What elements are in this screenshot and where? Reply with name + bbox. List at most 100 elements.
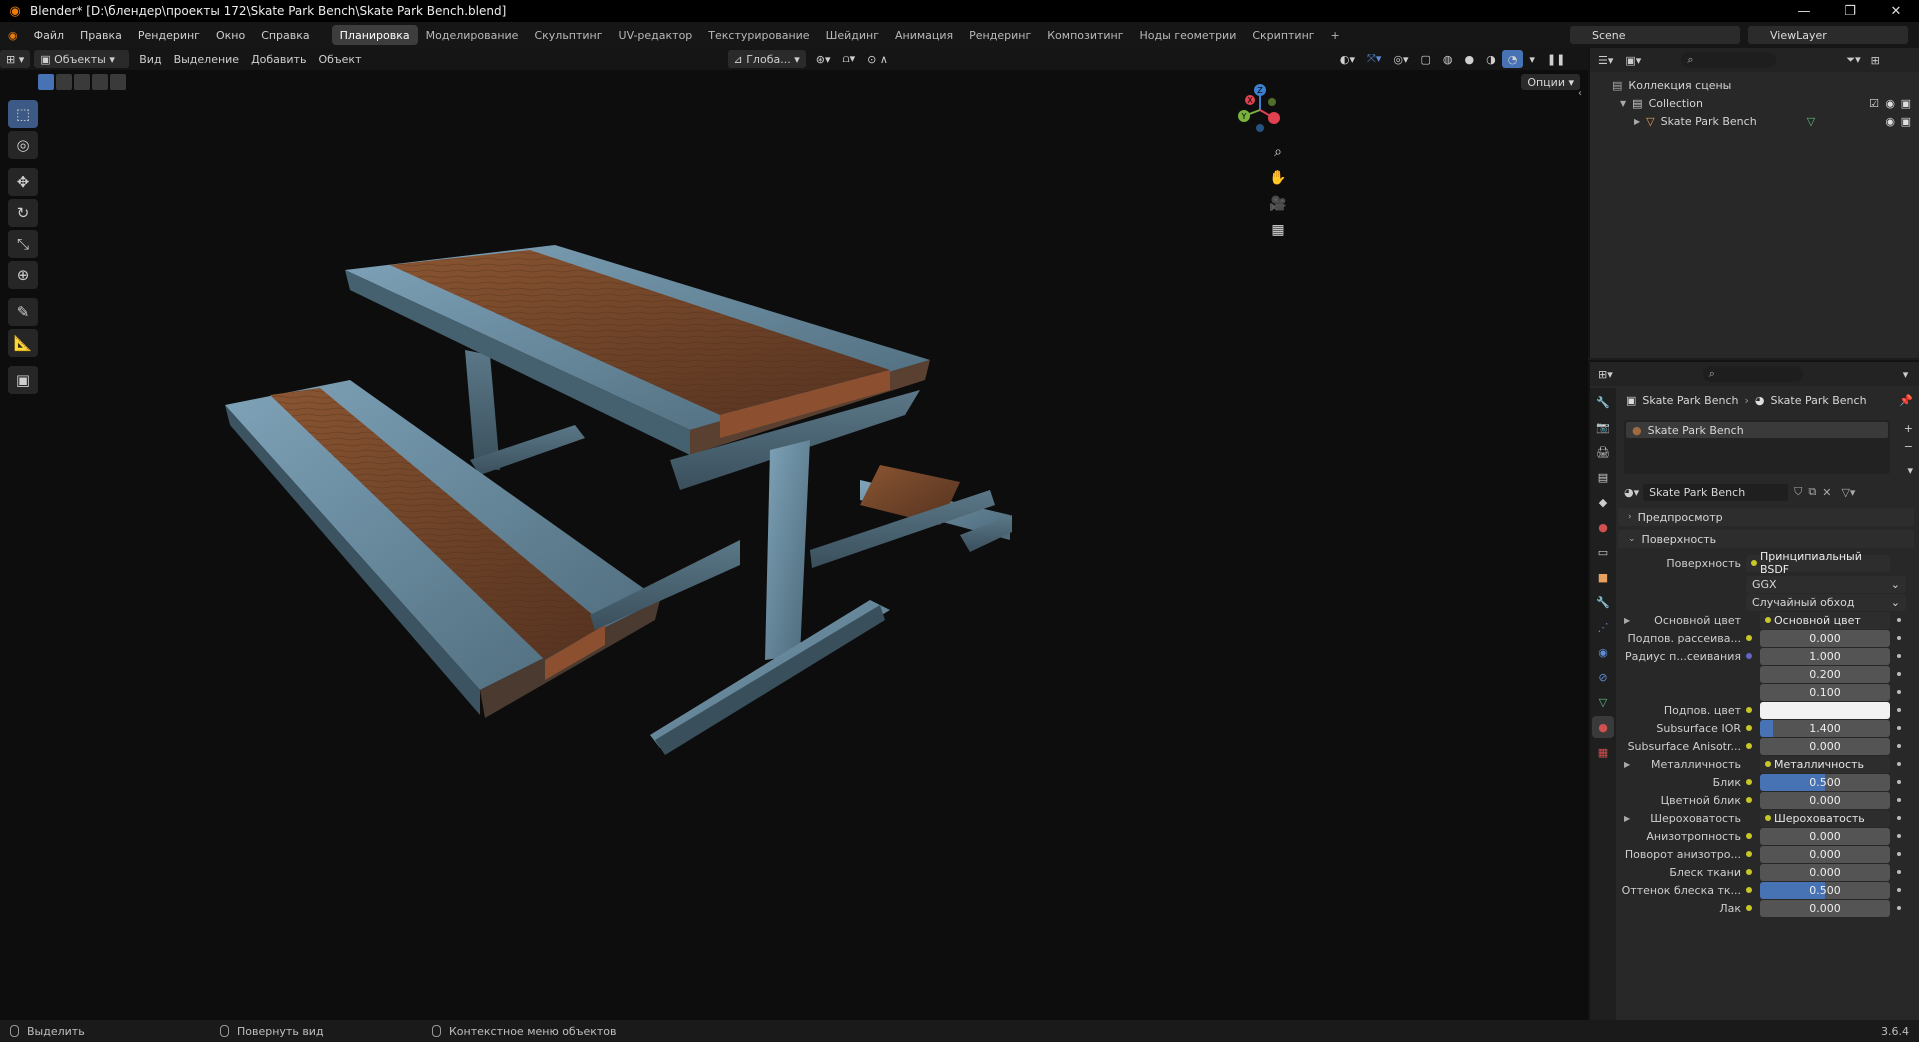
- keyframe-icon[interactable]: [1897, 690, 1901, 694]
- numeric-field[interactable]: 0.000: [1760, 737, 1890, 755]
- navigation-gizmo[interactable]: Z Y X: [1230, 80, 1290, 140]
- render-tab-icon[interactable]: 📷: [1592, 416, 1614, 438]
- outliner-scene-collection[interactable]: ▤ Коллекция сцены: [1590, 76, 1919, 94]
- keyframe-icon[interactable]: [1897, 870, 1901, 874]
- panel-surface-header[interactable]: ⌄ Поверхность: [1618, 530, 1914, 548]
- minimize-icon[interactable]: —: [1781, 0, 1827, 22]
- menu-render[interactable]: Рендеринг: [130, 25, 208, 45]
- tool-tab-icon[interactable]: 🔧: [1592, 391, 1614, 413]
- output-tab-icon[interactable]: 🖨: [1592, 441, 1614, 463]
- linked-input-field[interactable]: Основной цвет: [1760, 611, 1890, 629]
- distribution-dropdown[interactable]: GGX ⌄: [1746, 575, 1906, 593]
- tab-sculpting[interactable]: Скульптинг: [526, 25, 610, 45]
- keyframe-icon[interactable]: [1897, 744, 1901, 748]
- socket-icon[interactable]: [1746, 869, 1752, 875]
- add-workspace-button[interactable]: +: [1323, 25, 1348, 45]
- numeric-field[interactable]: 0.000: [1760, 845, 1890, 863]
- keyframe-icon[interactable]: [1897, 852, 1901, 856]
- proportional-edit-icon[interactable]: ⊙ ∧: [861, 50, 894, 68]
- checkbox-icon[interactable]: ☑: [1869, 97, 1879, 110]
- socket-icon[interactable]: [1746, 797, 1752, 803]
- menu-file[interactable]: Файл: [26, 25, 72, 45]
- socket-icon[interactable]: [1746, 635, 1752, 641]
- camera-icon[interactable]: ▣: [1901, 115, 1911, 128]
- object-tab-icon[interactable]: ■: [1592, 566, 1614, 588]
- mesh-data-icon[interactable]: ▽: [1807, 115, 1815, 128]
- pan-hand-icon[interactable]: ✋: [1268, 168, 1288, 188]
- 3d-viewport[interactable]: Опции ▾ ⬚ ◎ ✥ ↻ ⤡ ⊕ ✎ 📐 ▣ Z Y X ⌕ ✋ 🎥 ▦ …: [0, 70, 1588, 1020]
- menu-window[interactable]: Окно: [208, 25, 253, 45]
- skate-park-bench-model[interactable]: [0, 70, 1588, 1020]
- socket-icon[interactable]: [1746, 725, 1752, 731]
- scene-tab-icon[interactable]: ◆: [1592, 491, 1614, 513]
- physics-tab-icon[interactable]: ◉: [1592, 641, 1614, 663]
- filter-icon[interactable]: ⏷▾: [1846, 53, 1860, 67]
- keyframe-icon[interactable]: [1897, 618, 1901, 622]
- socket-icon[interactable]: [1746, 779, 1752, 785]
- expand-arrow-icon[interactable]: ▶: [1624, 760, 1630, 769]
- socket-icon[interactable]: [1746, 707, 1752, 713]
- particles-tab-icon[interactable]: ⋰: [1592, 616, 1614, 638]
- numeric-field[interactable]: 0.200: [1760, 665, 1890, 683]
- snap-icon[interactable]: ⩍▾: [836, 50, 861, 68]
- outliner-object-skate-park-bench[interactable]: ▶ ▽ Skate Park Bench ▽ ◉ ▣: [1590, 112, 1919, 130]
- scene-selector[interactable]: Scene: [1570, 26, 1740, 44]
- remove-slot-icon[interactable]: −: [1904, 440, 1913, 453]
- tab-scripting[interactable]: Скриптинг: [1244, 25, 1322, 45]
- socket-icon[interactable]: [1746, 887, 1752, 893]
- modifier-tab-icon[interactable]: 🔧: [1592, 591, 1614, 613]
- tab-uv-editing[interactable]: UV-редактор: [611, 25, 701, 45]
- material-shading-icon[interactable]: ◑: [1480, 50, 1502, 68]
- keyframe-icon[interactable]: [1897, 708, 1901, 712]
- subsurface-method-dropdown[interactable]: Случайный обход ⌄: [1746, 593, 1906, 611]
- gizmo-x-axis[interactable]: [1268, 112, 1280, 124]
- tab-rendering[interactable]: Рендеринг: [961, 25, 1039, 45]
- xray-icon[interactable]: ▢: [1415, 50, 1437, 68]
- numeric-field[interactable]: 0.000: [1760, 827, 1890, 845]
- duplicate-material-icon[interactable]: ⧉: [1808, 485, 1816, 499]
- panel-preview-header[interactable]: › Предпросмотр: [1618, 508, 1914, 526]
- link-type-icon[interactable]: ▽▾: [1841, 486, 1855, 499]
- browse-material-icon[interactable]: ◕▾: [1624, 486, 1639, 499]
- expand-arrow-icon[interactable]: ▶: [1624, 616, 1630, 625]
- keyframe-icon[interactable]: [1897, 762, 1901, 766]
- keyframe-icon[interactable]: [1897, 672, 1901, 676]
- numeric-field[interactable]: 0.000: [1760, 899, 1890, 917]
- shading-options-icon[interactable]: ▾: [1523, 50, 1541, 68]
- numeric-field[interactable]: 0.000: [1760, 791, 1890, 809]
- outliner-search-input[interactable]: ⌕: [1681, 52, 1777, 68]
- new-collection-icon[interactable]: ⊞: [1871, 54, 1880, 67]
- socket-icon[interactable]: [1746, 743, 1752, 749]
- expand-arrow-icon[interactable]: ▶: [1624, 814, 1630, 823]
- keyframe-icon[interactable]: [1897, 834, 1901, 838]
- properties-editor-type-icon[interactable]: ⊞▾: [1598, 368, 1613, 381]
- menu-add[interactable]: Добавить: [245, 50, 312, 68]
- surface-shader-field[interactable]: Принципиальный BSDF: [1746, 550, 1890, 576]
- camera-view-icon[interactable]: 🎥: [1268, 194, 1288, 214]
- numeric-field[interactable]: 0.000: [1760, 863, 1890, 881]
- slot-specials-icon[interactable]: ▾: [1907, 464, 1913, 477]
- numeric-field[interactable]: 0.500: [1760, 881, 1890, 899]
- linked-input-field[interactable]: Шероховатость: [1760, 809, 1890, 827]
- tab-texture-paint[interactable]: Текстурирование: [700, 25, 817, 45]
- tab-geometry-nodes[interactable]: Ноды геометрии: [1132, 25, 1245, 45]
- menu-view[interactable]: Вид: [133, 50, 167, 68]
- material-name-field[interactable]: Skate Park Bench: [1643, 483, 1789, 501]
- restore-icon[interactable]: ❐: [1827, 0, 1873, 22]
- solid-shading-icon[interactable]: ●: [1459, 50, 1481, 68]
- unlink-material-icon[interactable]: ✕: [1822, 486, 1831, 499]
- keyframe-icon[interactable]: [1897, 816, 1901, 820]
- numeric-field[interactable]: 0.500: [1760, 773, 1890, 791]
- rendered-shading-icon[interactable]: ◔: [1501, 50, 1524, 68]
- constraints-tab-icon[interactable]: ⊘: [1592, 666, 1614, 688]
- tab-compositing[interactable]: Композитинг: [1039, 25, 1131, 45]
- socket-icon[interactable]: [1746, 833, 1752, 839]
- blender-menu-icon[interactable]: ◉: [0, 25, 26, 45]
- menu-edit[interactable]: Правка: [72, 25, 130, 45]
- overlay-toggle-icon[interactable]: ◎▾: [1387, 50, 1414, 68]
- socket-icon[interactable]: [1746, 851, 1752, 857]
- pivot-icon[interactable]: ⊛▾: [810, 50, 837, 68]
- gizmo-toggle-icon[interactable]: ⤧▾: [1361, 50, 1387, 68]
- texture-tab-icon[interactable]: ▦: [1592, 741, 1614, 763]
- numeric-field[interactable]: 1.400: [1760, 719, 1890, 737]
